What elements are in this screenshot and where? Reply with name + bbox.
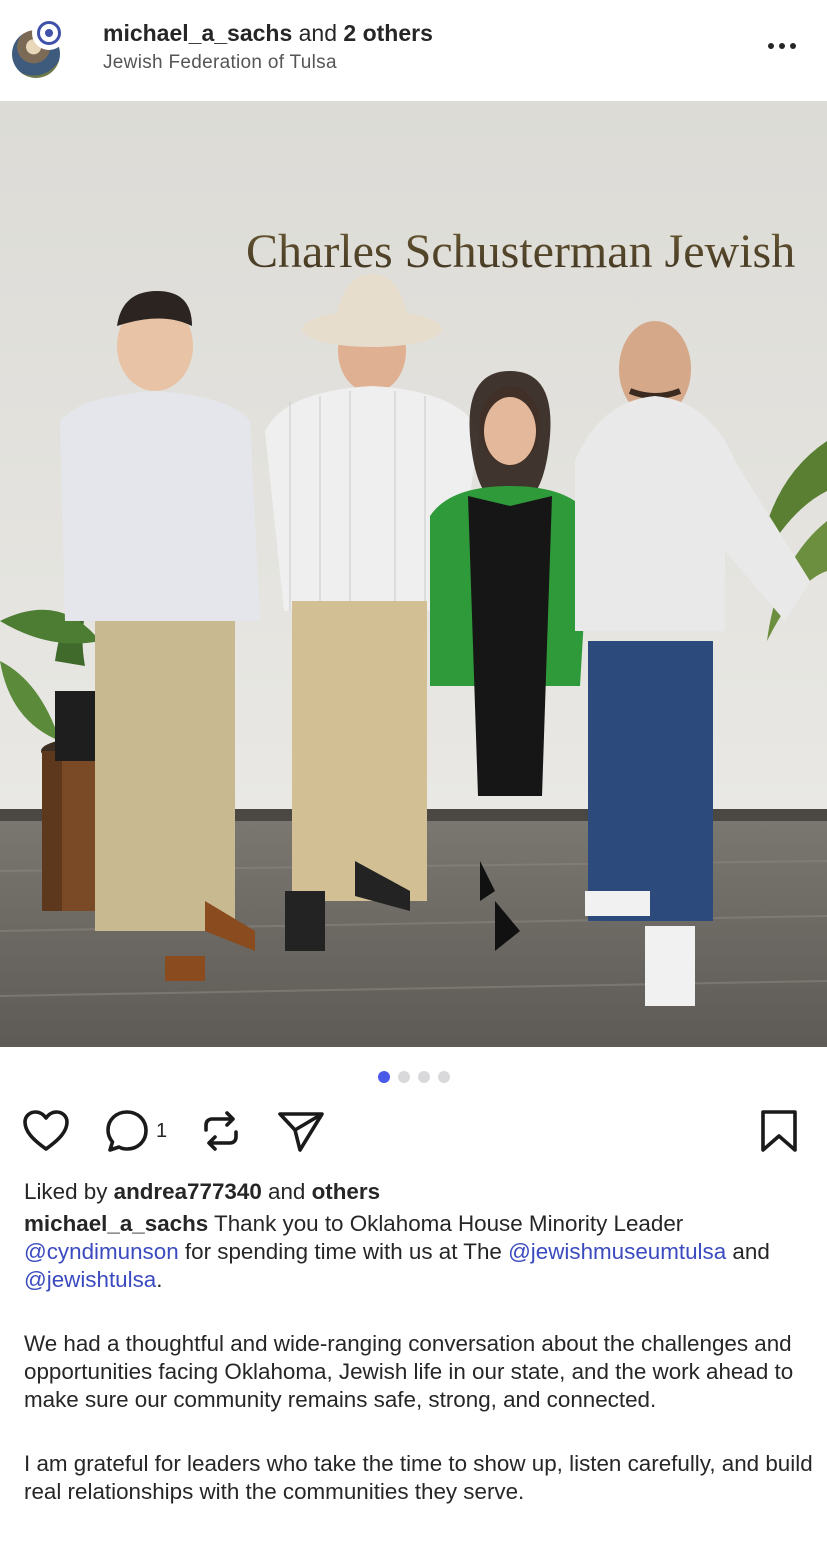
post-caption: Liked by andrea777340 and others michael…: [24, 1178, 814, 1506]
carousel-indicator: [0, 1068, 827, 1086]
post-authors[interactable]: michael_a_sachs and 2 others: [103, 20, 433, 47]
save-button[interactable]: [758, 1105, 800, 1157]
likes-summary[interactable]: Liked by andrea777340 and others: [24, 1178, 814, 1206]
caption-paragraph-1: michael_a_sachs Thank you to Oklahoma Ho…: [24, 1210, 814, 1294]
post-header: michael_a_sachs and 2 others Jewish Fede…: [0, 0, 827, 100]
carousel-dot[interactable]: [397, 1071, 410, 1083]
send-icon: [278, 1112, 324, 1152]
caption-text: Thank you to Oklahoma House Minority Lea…: [208, 1211, 684, 1236]
heart-icon: [23, 1110, 69, 1151]
share-button[interactable]: [276, 1105, 326, 1157]
action-bar: 1: [0, 1105, 827, 1157]
sign-text: Charles Schusterman Jewish: [246, 225, 795, 278]
repost-button[interactable]: [198, 1105, 244, 1157]
post-photo[interactable]: Charles Schusterman Jewish: [0, 101, 827, 1047]
org-logo-icon: [37, 21, 61, 45]
like-button[interactable]: [22, 1105, 70, 1157]
caption-text: .: [156, 1267, 163, 1292]
likes-prefix: Liked by: [24, 1179, 114, 1204]
comment-count: 1: [156, 1119, 168, 1142]
org-avatar[interactable]: [32, 16, 66, 50]
post-location[interactable]: Jewish Federation of Tulsa: [103, 52, 337, 74]
collab-connector: and: [292, 20, 344, 46]
mention-link[interactable]: @jewishmuseumtulsa: [508, 1239, 726, 1264]
caption-text: for spending time with us at The: [178, 1239, 509, 1264]
likes-connector: and: [261, 1179, 312, 1204]
carousel-dot[interactable]: [377, 1071, 390, 1083]
repost-icon: [204, 1111, 238, 1151]
liked-by-user[interactable]: andrea777340: [114, 1179, 262, 1204]
mention-link[interactable]: @jewishtulsa: [24, 1267, 156, 1292]
mention-link[interactable]: @cyndimunson: [24, 1239, 179, 1264]
photo-illustration: Charles Schusterman Jewish: [0, 101, 827, 1047]
collab-others[interactable]: 2 others: [343, 20, 432, 46]
caption-author[interactable]: michael_a_sachs: [24, 1211, 208, 1236]
caption-paragraph-2: We had a thoughtful and wide-ranging con…: [24, 1331, 794, 1412]
caption-text: and: [726, 1239, 770, 1264]
author-username[interactable]: michael_a_sachs: [103, 20, 292, 46]
comment-bubble-icon: [106, 1110, 148, 1152]
caption-paragraph-3: I am grateful for leaders who take the t…: [24, 1451, 813, 1504]
more-dot-icon: [779, 43, 785, 49]
collab-avatars[interactable]: [12, 16, 66, 80]
bookmark-icon: [761, 1110, 797, 1152]
more-dot-icon: [768, 43, 774, 49]
comment-button[interactable]: 1: [104, 1105, 167, 1157]
more-dot-icon: [790, 43, 796, 49]
more-options-button[interactable]: [760, 30, 804, 62]
carousel-dot[interactable]: [437, 1071, 450, 1083]
carousel-dot[interactable]: [417, 1071, 430, 1083]
liked-by-others[interactable]: others: [312, 1179, 380, 1204]
